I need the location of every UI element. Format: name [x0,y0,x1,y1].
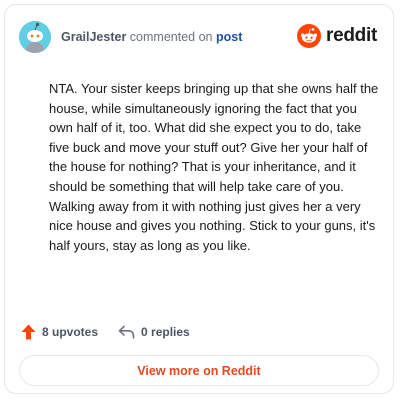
reddit-logo-icon [297,24,322,48]
comment-actions: 8 upvotes 0 replies [21,323,190,341]
reply-button[interactable]: 0 replies [118,325,190,339]
reply-count: 0 replies [141,325,190,339]
username-link[interactable]: GrailJester [61,30,126,44]
reddit-brand[interactable]: reddit [297,23,377,49]
upvote-count: 8 upvotes [42,325,99,339]
view-more-button[interactable]: View more on Reddit [19,355,379,386]
arrow-up-icon [21,324,36,340]
comment-card: GrailJester commented on post reddit NTA… [4,4,394,394]
comment-body: NTA. Your sister keeps bringing up that … [49,81,379,253]
comment-byline: GrailJester commented on post [61,30,242,44]
snoo-avatar-icon [19,21,51,53]
reply-arrow-icon [118,325,135,339]
comment-header: GrailJester commented on post reddit [19,19,379,59]
brand-name: reddit [326,25,377,46]
upvote-button[interactable]: 8 upvotes [21,324,98,340]
post-link[interactable]: post [216,30,242,44]
action-text: commented on [126,30,216,44]
user-avatar[interactable] [19,21,51,53]
